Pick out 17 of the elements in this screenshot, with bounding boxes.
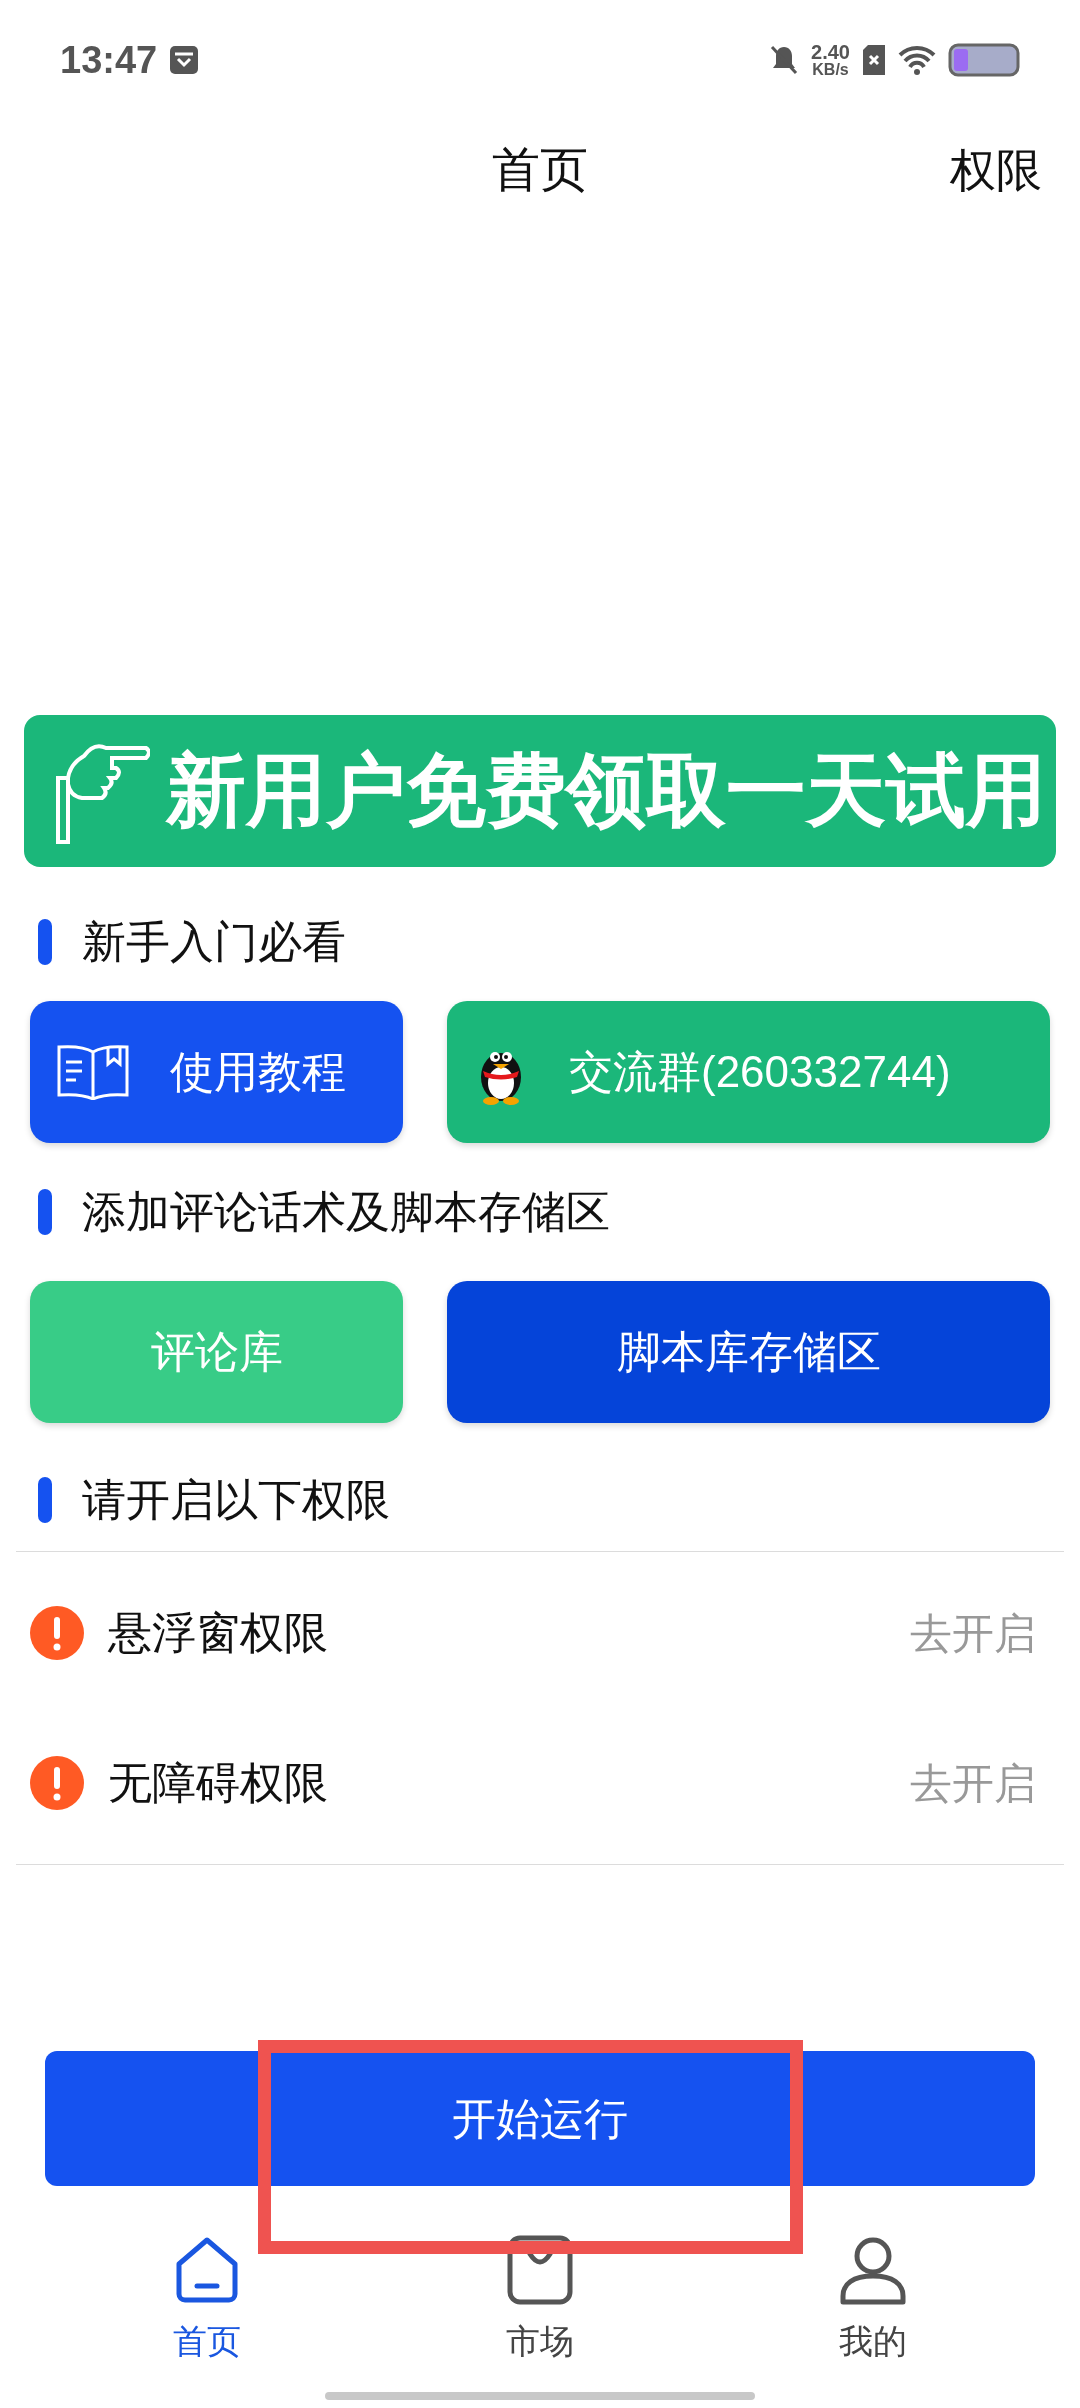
section-title: 新手入门必看 [82,916,346,968]
section-title: 请开启以下权限 [82,1474,390,1526]
network-speed-unit: KB/s [812,62,849,78]
permissions-link[interactable]: 权限 [950,135,1042,205]
network-speed: 2.40 [811,42,850,62]
tutorial-button[interactable]: 使用教程 [30,1001,403,1143]
status-time: 13:47 [60,37,158,83]
start-button[interactable]: 开始运行 [45,2051,1035,2186]
page-title: 首页 [492,142,588,198]
permission-name: 无障碍权限 [108,1757,329,1809]
banner-text: 新用户免费领取一天试用 [166,751,1046,831]
nav-tab[interactable]: 我的 [773,2234,974,2367]
nav-tab[interactable]: 市场 [440,2234,640,2367]
script-library-button[interactable]: 脚本库存储区 [447,1281,1050,1423]
permission-name: 悬浮窗权限 [108,1607,329,1659]
section-title: 添加评论话术及脚本存储区 [82,1186,610,1238]
nav-tab[interactable]: 首页 [106,2234,307,2367]
